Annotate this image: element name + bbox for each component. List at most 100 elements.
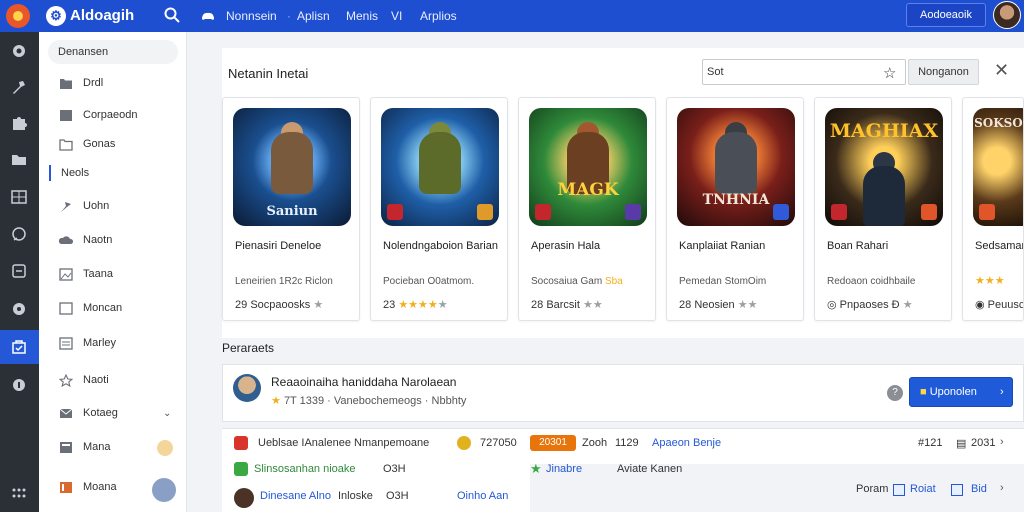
card-title: Nolendngaboion Barian xyxy=(383,240,498,252)
square-icon xyxy=(59,302,73,315)
flag-badge-icon xyxy=(387,204,403,220)
star-icon: ★ xyxy=(530,461,542,476)
rail-settings[interactable] xyxy=(0,34,39,68)
list-item-number: #121 xyxy=(918,437,943,449)
character-body xyxy=(419,132,461,194)
rail-window[interactable] xyxy=(0,254,39,288)
sidebar-item-label: Taana xyxy=(83,268,113,280)
list-item-text[interactable]: Dinesane Alno xyxy=(260,490,331,502)
help-icon[interactable]: ? xyxy=(887,385,903,401)
chat-icon xyxy=(12,227,26,241)
rail-store[interactable] xyxy=(0,330,39,364)
alert-icon xyxy=(234,436,248,450)
app-logo[interactable] xyxy=(6,4,30,28)
nav-link-2[interactable]: Aplisn xyxy=(297,9,330,23)
sidebar-item-7[interactable]: Taana xyxy=(39,261,186,289)
sidebar-item-8[interactable]: Moncan xyxy=(39,295,186,323)
rail-globe[interactable] xyxy=(0,292,39,326)
app-card[interactable]: Saniun Pienasiri Deneloe Leneirien 1R2c … xyxy=(222,97,360,321)
list-item-end-label: Poram xyxy=(856,483,889,495)
sidebar-item-2[interactable]: Corpaeodn xyxy=(39,102,186,130)
rail-apps[interactable] xyxy=(0,476,39,510)
gear-icon xyxy=(13,45,25,57)
rail-chat[interactable] xyxy=(0,218,39,252)
list-item-col2b: 1129 xyxy=(615,437,639,449)
sidebar-item-label: Kotaeg xyxy=(83,407,118,419)
rail-extensions[interactable] xyxy=(0,106,39,140)
app-card[interactable]: MAGK Aperasin Hala Socosaiua Gam Sba 28 … xyxy=(518,97,656,321)
sidebar-item-3[interactable]: Gonas xyxy=(39,131,186,159)
nav-link-5[interactable]: Arplios xyxy=(420,9,457,23)
list-item-link[interactable]: Oinho Aan xyxy=(457,490,508,502)
featured-action-button[interactable]: ■ Uponolen › xyxy=(909,377,1013,407)
card-meta: Redoaon coidhbaile xyxy=(827,276,916,287)
section-title: Peraraets xyxy=(222,341,275,355)
featured-item[interactable]: Reaaoinaiha haniddaha Narolaean ★ 7T 133… xyxy=(222,364,1024,422)
star-icon: ★ xyxy=(271,395,281,407)
document-icon xyxy=(60,442,72,453)
stars-icon: ★★★★ xyxy=(398,299,438,311)
status-badge: 20301 xyxy=(530,435,576,451)
featured-meta-number: 7T 1339 xyxy=(283,395,325,407)
calendar-icon: ▤ xyxy=(956,438,967,450)
brand-icon: ⚙ xyxy=(46,6,66,26)
topbar-action-button[interactable]: Aodoeaoik xyxy=(906,3,986,27)
sidebar-item-10[interactable]: Naoti xyxy=(39,367,186,395)
grid-icon xyxy=(11,190,27,204)
puzzle-icon xyxy=(13,117,27,130)
rating-prefix-icon: ◎ xyxy=(827,299,837,311)
list-item-value: O3H xyxy=(386,490,409,502)
checkbox-icon[interactable] xyxy=(893,484,905,496)
sidebar-item-label: Naotn xyxy=(83,234,113,246)
user-avatar[interactable] xyxy=(993,1,1021,29)
list-item-text[interactable]: Slinsosanhan nioake xyxy=(254,463,356,475)
leaf-icon xyxy=(234,462,248,476)
list-item-col2[interactable]: Jinabre xyxy=(546,463,582,475)
list-action-2[interactable]: Bid xyxy=(971,483,987,495)
rail-grid[interactable] xyxy=(0,180,39,214)
brand-name[interactable]: Aldoagih xyxy=(70,7,134,24)
app-card[interactable]: MAGHIAX Boan Rahari Redoaon coidhbaile ◎… xyxy=(814,97,952,321)
app-card[interactable]: TNHNIA Kanplaiiat Ranian Pemedan StomOim… xyxy=(666,97,804,321)
sidebar-search[interactable]: Denansen xyxy=(48,40,178,64)
app-card[interactable]: Nolendngaboion Barian Pocieban O0atmom. … xyxy=(370,97,508,321)
rail-info[interactable] xyxy=(0,368,39,402)
sidebar-item-label: Moana xyxy=(83,481,117,493)
checkbox-icon[interactable] xyxy=(951,484,963,496)
search-icon[interactable] xyxy=(163,6,181,24)
list-item-link[interactable]: Apaeon Benje xyxy=(652,437,721,449)
list-item-text[interactable]: Ueblsae IAnalenee Nmanpemoane xyxy=(258,437,429,449)
card-rating: 23 ★★★★★ xyxy=(383,298,448,311)
sidebar-item-5[interactable]: Uohn xyxy=(39,193,186,221)
sidebar-item-11[interactable]: Kotaeg ⌄ xyxy=(39,400,186,428)
search-button[interactable]: Nonganon xyxy=(908,59,979,85)
globe-icon xyxy=(13,303,25,315)
sidebar-item-6[interactable]: Naotn xyxy=(39,227,186,255)
sync-icon[interactable] xyxy=(152,478,176,502)
nav-link-1[interactable]: Nonnsein xyxy=(226,9,277,23)
star-icon[interactable]: ☆ xyxy=(883,64,896,82)
featured-meta: ★ 7T 1339 · Vanebochemeogs · Nbbhty xyxy=(271,395,467,407)
store-search[interactable]: ☆ xyxy=(702,59,906,85)
sidebar-item-4[interactable]: Neols xyxy=(39,160,186,188)
chevron-down-icon[interactable]: ⌄ xyxy=(163,408,171,419)
nav-link-4[interactable]: VI xyxy=(391,9,402,23)
sidebar-item-9[interactable]: Marley xyxy=(39,330,186,358)
rail-tools[interactable] xyxy=(0,70,39,104)
rating-number: Pnpaoses xyxy=(839,299,889,311)
chevron-right-icon[interactable]: › xyxy=(1000,436,1004,448)
list-item-col2b: Aviate Kanen xyxy=(617,463,683,475)
rail-folders[interactable] xyxy=(0,142,39,176)
wrench-icon xyxy=(13,81,25,94)
avatar xyxy=(233,374,261,402)
sidebar-item-1[interactable]: Drdl xyxy=(39,70,186,98)
chevron-right-icon[interactable]: › xyxy=(1000,482,1004,494)
rating-suffix: Socpaoosks xyxy=(250,299,311,311)
sidebar-item-label: Drdl xyxy=(83,77,104,89)
app-card[interactable]: SOKSOE Sedsaman ★★★ ◉ Peuusc xyxy=(962,97,1024,321)
close-icon[interactable]: ✕ xyxy=(994,60,1009,81)
store-search-input[interactable] xyxy=(707,62,877,82)
nav-link-3[interactable]: Menis xyxy=(346,9,378,23)
list-action-1[interactable]: Roiat xyxy=(910,483,936,495)
document-icon xyxy=(59,337,73,350)
